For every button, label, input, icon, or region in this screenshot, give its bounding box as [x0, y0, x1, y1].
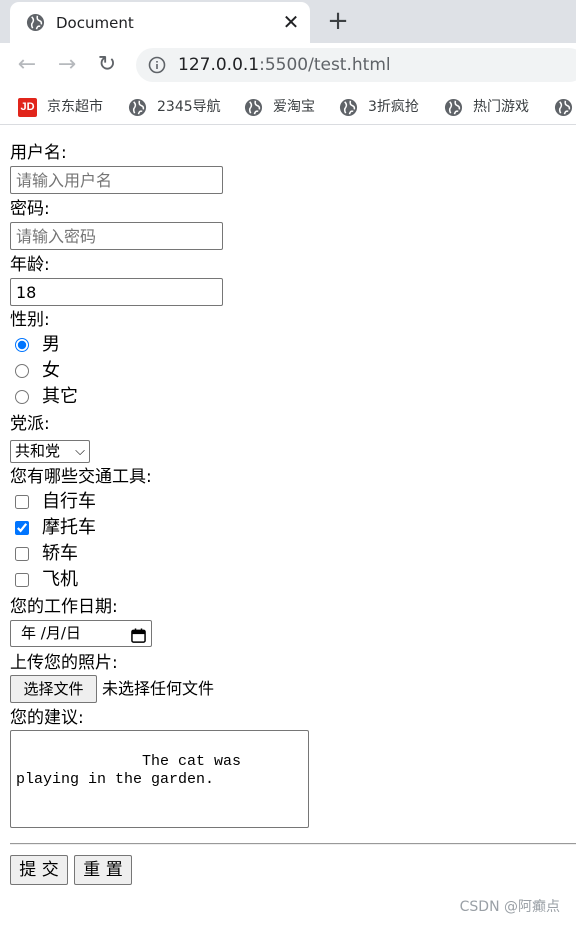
- suggestion-label: 您的建议:: [10, 708, 84, 728]
- bookmark-label: 3折疯抢: [368, 99, 419, 115]
- bookmark-label: 爱淘宝: [273, 99, 315, 115]
- party-label: 党派:: [10, 414, 50, 434]
- password-input[interactable]: [10, 222, 223, 250]
- gender-radio-female[interactable]: [15, 364, 29, 378]
- gender-label: 性别:: [10, 310, 50, 330]
- username-input[interactable]: [10, 166, 223, 194]
- globe-icon: [339, 98, 358, 124]
- vehicle-checkbox-bicycle[interactable]: [15, 495, 29, 509]
- work-date-input[interactable]: 年 /月/日: [10, 620, 152, 647]
- password-label: 密码:: [10, 199, 50, 219]
- age-label: 年龄:: [10, 255, 50, 275]
- gender-radio-male[interactable]: [15, 338, 29, 352]
- info-icon[interactable]: [148, 56, 166, 78]
- party-selected-value: 共和党: [15, 442, 61, 460]
- watermark-text: CSDN @阿癫点: [459, 899, 560, 915]
- jd-logo-icon: JD: [18, 98, 37, 117]
- divider: [10, 843, 576, 845]
- gender-option-label: 女: [42, 360, 60, 381]
- globe-icon: [128, 98, 147, 124]
- vehicle-checkbox-plane[interactable]: [15, 573, 29, 587]
- suggestion-text: The cat was playing in the garden.: [16, 753, 251, 788]
- vehicle-option-label: 飞机: [42, 569, 78, 590]
- calendar-icon[interactable]: [131, 626, 146, 651]
- reset-button[interactable]: 重 置: [74, 855, 132, 885]
- new-tab-icon[interactable]: +: [326, 8, 350, 34]
- vehicle-option-label: 摩托车: [42, 517, 96, 538]
- vehicle-checkbox-car[interactable]: [15, 547, 29, 561]
- gender-radio-other[interactable]: [15, 390, 29, 404]
- bookmark-label: 京东超市: [47, 99, 103, 115]
- date-placeholder: 年 /月/日: [21, 624, 81, 642]
- url-host: 127.0.0.1: [178, 55, 260, 75]
- vehicle-option-label: 轿车: [42, 543, 78, 564]
- close-tab-icon[interactable]: ✕: [280, 11, 302, 33]
- tab-strip: Document ✕ +: [0, 0, 576, 43]
- gender-option-label: 其它: [42, 386, 78, 407]
- url-text: 127.0.0.1:5500/test.html: [178, 55, 391, 75]
- tab-title: Document: [56, 14, 134, 32]
- photo-label: 上传您的照片:: [10, 653, 118, 673]
- username-label: 用户名:: [10, 143, 67, 163]
- work-date-label: 您的工作日期:: [10, 597, 118, 617]
- submit-button[interactable]: 提 交: [10, 855, 68, 885]
- bookmark-label: 热门游戏: [473, 99, 529, 115]
- reload-icon[interactable]: ↻: [95, 53, 119, 77]
- chevron-down-icon: ⌵: [75, 444, 85, 459]
- bookmarks-bar: JD 京东超市 2345导航 爱淘宝 3折疯抢 热门游戏: [0, 89, 576, 125]
- globe-icon: [554, 98, 573, 124]
- bookmark-label: 2345导航: [157, 99, 221, 115]
- file-status-text: 未选择任何文件: [102, 679, 215, 698]
- globe-icon: [244, 98, 263, 124]
- url-path: :5500/test.html: [259, 55, 391, 75]
- browser-tab[interactable]: Document ✕: [10, 2, 310, 43]
- gender-option-label: 男: [42, 334, 60, 355]
- suggestion-textarea[interactable]: The cat was playing in the garden.: [10, 730, 309, 828]
- navigation-bar: ← → ↻ 127.0.0.1:5500/test.html: [0, 43, 576, 89]
- choose-file-button[interactable]: 选择文件: [10, 675, 97, 703]
- forward-arrow-icon[interactable]: →: [55, 53, 79, 77]
- party-select[interactable]: 共和党 ⌵: [10, 440, 90, 463]
- vehicle-checkbox-motorcycle[interactable]: [15, 521, 29, 535]
- vehicle-option-label: 自行车: [42, 491, 96, 512]
- globe-icon: [26, 13, 45, 36]
- age-input[interactable]: [10, 278, 223, 306]
- resize-grip-icon[interactable]: [296, 815, 306, 825]
- back-arrow-icon[interactable]: ←: [15, 53, 39, 77]
- vehicles-label: 您有哪些交通工具:: [10, 467, 152, 487]
- globe-icon: [444, 98, 463, 124]
- address-bar[interactable]: 127.0.0.1:5500/test.html: [136, 48, 576, 82]
- page-content: 用户名: 密码: 年龄: 性别: 男 女 其它 党派: 共和党 ⌵ 您有哪些交通…: [0, 126, 576, 926]
